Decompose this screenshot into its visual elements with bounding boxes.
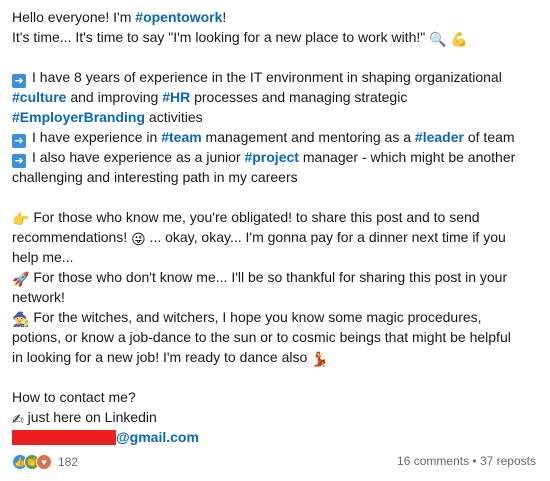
- magnifier-icon: 🔍: [429, 31, 447, 47]
- dancer-icon: 💃: [311, 351, 329, 367]
- right-arrow-icon: ➜: [12, 74, 26, 88]
- hashtag-team[interactable]: #team: [161, 129, 201, 145]
- text: For those who don't know me... I'll be s…: [33, 269, 508, 285]
- writing-hand-icon: ✍: [12, 411, 24, 427]
- text: of team: [463, 129, 515, 145]
- text: For those who know me, you're obligated!…: [33, 209, 480, 225]
- reaction-count[interactable]: 182: [58, 455, 78, 469]
- text: I have experience in: [32, 129, 162, 145]
- text: help me...: [12, 249, 74, 265]
- right-arrow-icon: ➜: [12, 134, 26, 148]
- rocket-icon: 🚀: [12, 271, 30, 287]
- line-contact: How to contact me?: [12, 387, 540, 407]
- line-email: @gmail.com: [12, 427, 540, 447]
- line-careers: challenging and interesting path in my c…: [12, 167, 540, 187]
- hashtag-employerbranding[interactable]: #EmployerBranding: [12, 109, 145, 125]
- right-arrow-icon: ➜: [12, 154, 26, 168]
- text: Hello everyone! I'm: [12, 9, 136, 25]
- line-thankful: 🚀 For those who don't know me... I'll be…: [12, 267, 540, 287]
- line-branding: #EmployerBranding activities: [12, 107, 540, 127]
- text: network!: [12, 289, 65, 305]
- line-greeting: Hello everyone! I'm #opentowork!: [12, 7, 540, 27]
- comments-count[interactable]: 16 comments: [397, 454, 469, 468]
- reactions-summary[interactable]: 👍 👏 ♥ 182: [12, 454, 78, 470]
- text: processes and managing strategic: [190, 89, 408, 105]
- redaction-bar: [12, 430, 116, 445]
- line-share: 👉 For those who know me, you're obligate…: [12, 207, 540, 227]
- text: !: [222, 9, 227, 25]
- text: and improving: [66, 89, 163, 105]
- line-culture: #culture and improving #HR processes and…: [12, 87, 540, 107]
- text: I have 8 years of experience in the IT e…: [32, 69, 502, 85]
- line-intro: It's time... It's time to say "I'm looki…: [12, 27, 540, 47]
- reposts-count[interactable]: 37 reposts: [480, 454, 536, 468]
- engagement-stats: 16 comments • 37 reposts: [397, 454, 536, 468]
- text: management and mentoring as a: [201, 129, 415, 145]
- winking-face-icon: 😜: [131, 231, 146, 247]
- line-dance: in looking for a new job! I'm ready to d…: [12, 347, 540, 367]
- text: potions, or know a job-dance to the sun …: [12, 329, 511, 345]
- line-potions: potions, or know a job-dance to the sun …: [12, 327, 540, 347]
- text: manager - which might be another: [298, 149, 516, 165]
- line-experience: ➜ I have 8 years of experience in the IT …: [12, 67, 540, 88]
- pointing-hand-icon: 👉: [12, 211, 30, 227]
- line-linkedin: ✍ just here on Linkedin: [12, 407, 540, 427]
- text: challenging and interesting path in my c…: [12, 169, 298, 185]
- line-recommend: recommendations! 😜 ... okay, okay... I'm…: [12, 227, 540, 247]
- hashtag-hr[interactable]: #HR: [162, 89, 190, 105]
- text: I also have experience as a junior: [32, 149, 245, 165]
- social-counts: 👍 👏 ♥ 182 16 comments • 37 reposts: [12, 454, 536, 474]
- text: How to contact me?: [12, 389, 136, 405]
- hashtag-leader[interactable]: #leader: [415, 129, 464, 145]
- line-help: help me...: [12, 247, 540, 267]
- flexed-biceps-icon: 💪: [450, 31, 468, 47]
- text: ... okay, okay... I'm gonna pay for a di…: [145, 229, 506, 245]
- text: just here on Linkedin: [27, 409, 157, 425]
- line-project: ➜ I also have experience as a junior #pro…: [12, 147, 540, 168]
- mage-icon: 🧙: [12, 311, 30, 327]
- hashtag-opentowork[interactable]: #opentowork: [135, 9, 222, 25]
- separator: •: [469, 454, 480, 468]
- line-witches: 🧙 For the witches, and witchers, I hope …: [12, 307, 540, 327]
- love-reaction-icon: ♥: [36, 454, 52, 470]
- text: in looking for a new job! I'm ready to d…: [12, 349, 312, 365]
- line-network: network!: [12, 287, 540, 307]
- line-team: ➜ I have experience in #team management a…: [12, 127, 540, 148]
- hashtag-project[interactable]: #project: [244, 149, 298, 165]
- text: activities: [145, 109, 203, 125]
- post-body: Hello everyone! I'm #opentowork! It's ti…: [12, 7, 540, 447]
- text: recommendations!: [12, 229, 132, 245]
- email-link[interactable]: @gmail.com: [116, 429, 199, 445]
- text: It's time... It's time to say "I'm looki…: [12, 29, 426, 45]
- hashtag-culture[interactable]: #culture: [12, 89, 66, 105]
- text: For the witches, and witchers, I hope yo…: [33, 309, 482, 325]
